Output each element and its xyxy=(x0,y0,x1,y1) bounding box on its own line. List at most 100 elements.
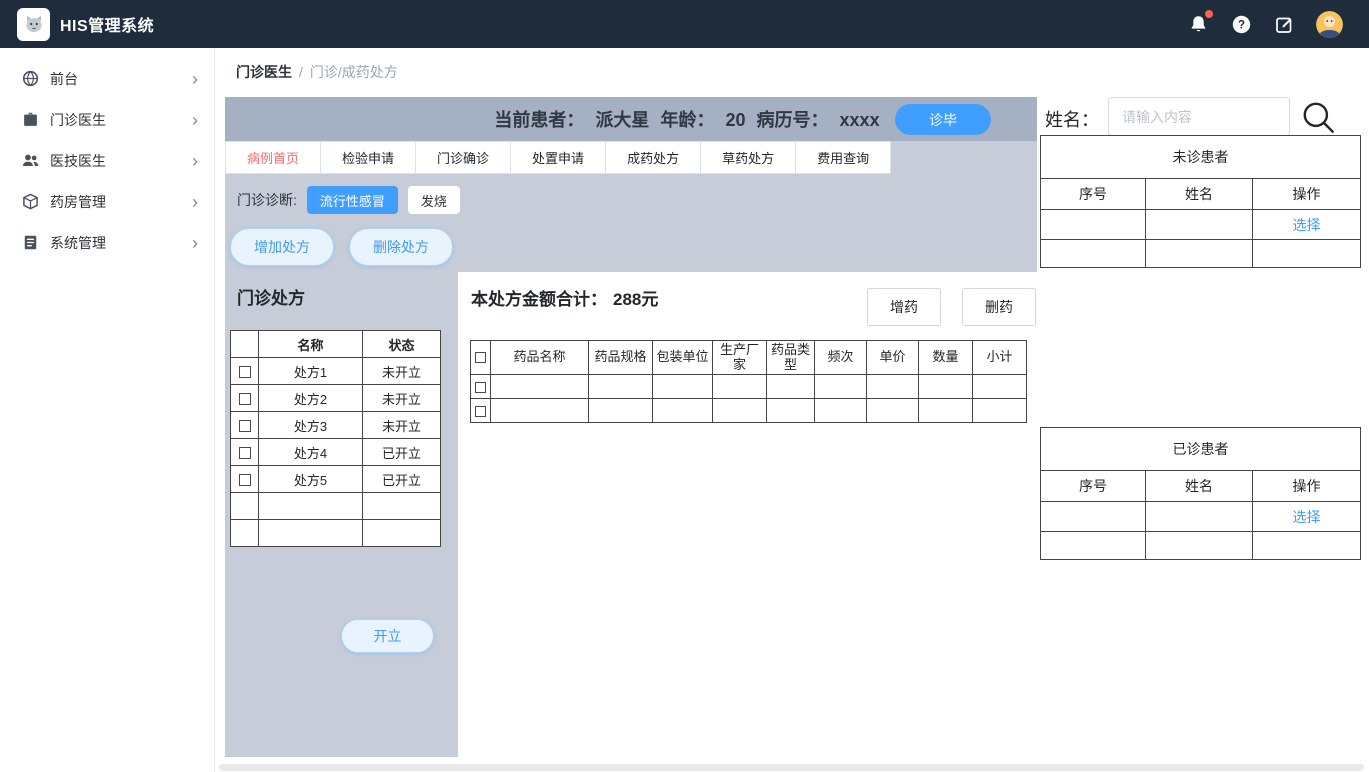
row-checkbox[interactable] xyxy=(475,382,486,394)
tab-fee-inquiry[interactable]: 费用查询 xyxy=(796,141,892,174)
select-patient-link[interactable]: 选择 xyxy=(1293,509,1321,525)
user-avatar[interactable] xyxy=(1316,10,1343,38)
header-index: 序号 xyxy=(1040,178,1146,210)
header-action: 操作 xyxy=(1252,470,1361,502)
header-manufacturer: 生产厂家 xyxy=(712,340,767,375)
app-logo xyxy=(17,7,50,41)
prescription-total: 本处方金额合计： 288元 xyxy=(471,285,658,310)
row-checkbox[interactable] xyxy=(238,366,251,379)
header-quantity: 数量 xyxy=(918,340,973,375)
tab-herbal-rx[interactable]: 草药处方 xyxy=(701,141,797,174)
rx-status: 已开立 xyxy=(362,438,441,466)
row-checkbox[interactable] xyxy=(238,474,251,487)
header-drug-name: 药品名称 xyxy=(490,340,589,375)
current-patient-bar: 当前患者： 派大星 年龄： 20 病历号： xxxx 诊毕 xyxy=(225,97,1037,141)
diagnosis-tag-flu[interactable]: 流行性感冒 xyxy=(306,186,398,214)
table-title-row: 已诊患者 xyxy=(1040,427,1361,471)
header-frequency: 频次 xyxy=(814,340,867,375)
rx-status: 已开立 xyxy=(362,465,441,493)
tab-treatment-request[interactable]: 处置申请 xyxy=(511,141,607,174)
sidebar-item-medtech-doctor[interactable]: 医技医生 › xyxy=(0,140,214,181)
age-label: 年龄： xyxy=(660,110,715,130)
table-row-empty xyxy=(230,492,441,520)
document-icon xyxy=(22,234,39,251)
tab-patent-drug-rx[interactable]: 成药处方 xyxy=(606,141,702,174)
users-icon xyxy=(22,152,39,169)
medicine-area: 本处方金额合计： 288元 增药 删药 药品名称 药品规格 包装单位 生产厂家 药… xyxy=(458,272,1037,757)
search-icon xyxy=(1303,102,1334,133)
drug-row-empty xyxy=(470,398,1027,423)
diagnosis-row: 门诊诊断: 流行性感冒 发烧 xyxy=(237,186,460,214)
header-name: 名称 xyxy=(258,330,363,358)
patient-list-panel: 姓名： 未诊患者 序号 姓名 操作 选择 xyxy=(1040,97,1361,772)
diagnosis-label: 门诊诊断: xyxy=(237,192,297,208)
delete-drug-button[interactable]: 删药 xyxy=(962,288,1036,326)
tab-outpatient-diagnosis[interactable]: 门诊确诊 xyxy=(416,141,512,174)
chevron-right-icon: › xyxy=(192,232,198,253)
finish-visit-button[interactable]: 诊毕 xyxy=(895,104,991,135)
open-prescription-button[interactable]: 开立 xyxy=(341,619,434,653)
question-circle-icon: ? xyxy=(1232,15,1250,33)
sidebar-item-pharmacy[interactable]: 药房管理 › xyxy=(0,181,214,222)
delete-prescription-button[interactable]: 删除处方 xyxy=(349,228,453,266)
select-patient-link[interactable]: 选择 xyxy=(1293,217,1321,233)
sidebar-item-label: 门诊医生 xyxy=(50,111,106,128)
header-name: 姓名 xyxy=(1145,470,1253,502)
patient-label: 当前患者： xyxy=(494,110,585,130)
help-icon[interactable]: ? xyxy=(1230,13,1252,35)
rx-name: 处方1 xyxy=(258,357,363,385)
table-row-empty xyxy=(230,519,441,547)
select-all-checkbox[interactable] xyxy=(475,352,486,364)
rx-name: 处方4 xyxy=(258,438,363,466)
chevron-right-icon: › xyxy=(192,109,198,130)
header-drug-spec: 药品规格 xyxy=(588,340,653,375)
header-package-unit: 包装单位 xyxy=(652,340,713,375)
name-search-input[interactable] xyxy=(1108,97,1290,136)
sidebar-menu: 前台 › 门诊医生 › 医技医生 › 药房管理 › 系统管理 › xyxy=(0,48,215,772)
sidebar-item-label: 前台 xyxy=(50,70,78,87)
topbar-actions: ? xyxy=(1187,10,1369,38)
row-checkbox[interactable] xyxy=(238,393,251,406)
table-header-row: 序号 姓名 操作 xyxy=(1040,178,1361,210)
add-prescription-button[interactable]: 增加处方 xyxy=(230,228,334,266)
search-button[interactable] xyxy=(1298,98,1340,140)
globe-icon xyxy=(22,70,39,87)
sidebar-item-outpatient-doctor[interactable]: 门诊医生 › xyxy=(0,99,214,140)
cube-icon xyxy=(22,193,39,210)
row-checkbox[interactable] xyxy=(475,406,486,418)
cat-logo-icon xyxy=(25,15,42,33)
sidebar-item-system[interactable]: 系统管理 › xyxy=(0,222,214,263)
add-drug-button[interactable]: 增药 xyxy=(867,288,941,326)
bell-icon xyxy=(1191,16,1205,32)
prescription-table-header: 名称 状态 xyxy=(230,330,441,358)
diagnosed-patients-table: 已诊患者 序号 姓名 操作 选择 xyxy=(1040,427,1361,560)
age-value: 20 xyxy=(725,110,746,130)
header-unit-price: 单价 xyxy=(866,340,919,375)
chevron-right-icon: › xyxy=(192,191,198,212)
app-title: HIS管理系统 xyxy=(60,18,155,35)
total-label: 本处方金额合计： xyxy=(471,290,607,309)
tab-lab-request[interactable]: 检验申请 xyxy=(321,141,417,174)
diagnosis-tag-fever[interactable]: 发烧 xyxy=(407,186,460,214)
table-row: 选择 xyxy=(1040,209,1361,240)
horizontal-scrollbar[interactable] xyxy=(219,764,1364,771)
diagnosed-title: 已诊患者 xyxy=(1040,427,1361,471)
chevron-right-icon: › xyxy=(192,150,198,171)
rx-status: 未开立 xyxy=(362,411,441,439)
table-row-empty xyxy=(1040,239,1361,268)
sidebar-item-front-desk[interactable]: 前台 › xyxy=(0,58,214,99)
sidebar-item-label: 医技医生 xyxy=(50,152,106,169)
prescription-actions: 增加处方 删除处方 xyxy=(230,228,453,266)
svg-text:?: ? xyxy=(1237,19,1244,31)
row-checkbox[interactable] xyxy=(238,447,251,460)
row-checkbox[interactable] xyxy=(238,420,251,433)
notification-bell-icon[interactable] xyxy=(1187,10,1213,35)
drug-row-empty xyxy=(470,374,1027,399)
header-drug-type: 药品类型 xyxy=(766,340,815,375)
compose-icon[interactable] xyxy=(1273,13,1295,35)
table-row-empty xyxy=(1040,531,1361,560)
sidebar-item-label: 药房管理 xyxy=(50,193,106,210)
tab-case-home[interactable]: 病例首页 xyxy=(225,141,322,174)
briefcase-icon xyxy=(22,111,39,128)
rx-name: 处方5 xyxy=(258,465,363,493)
